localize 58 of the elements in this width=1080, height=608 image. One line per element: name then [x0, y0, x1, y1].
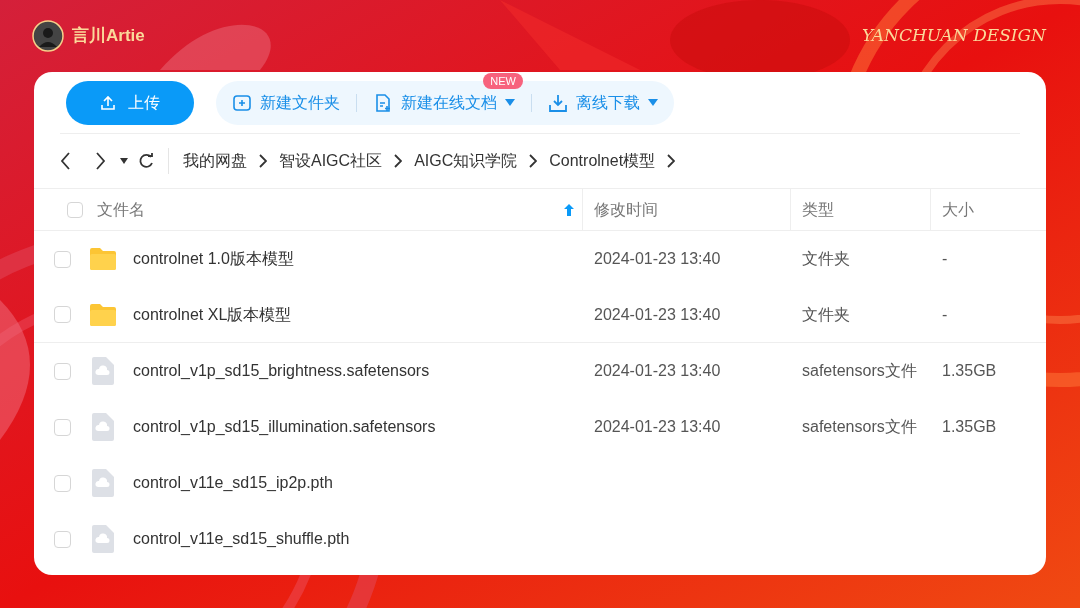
column-header[interactable]: 大小: [942, 197, 974, 222]
table-cell-text: -: [942, 249, 948, 269]
file-name[interactable]: controlnet XL版本模型: [133, 302, 292, 327]
table-cell-text: 2024-01-23 13:40: [594, 361, 721, 381]
file-name[interactable]: control_v1p_sd15_brightness.safetensors: [133, 359, 430, 383]
checkbox[interactable]: [54, 418, 71, 436]
back-icon[interactable]: [60, 152, 72, 170]
sort-arrow-icon[interactable]: [564, 203, 574, 216]
chevron-icon: [529, 154, 538, 168]
forward-icon[interactable]: [94, 152, 106, 170]
refresh-icon[interactable]: [138, 153, 154, 169]
brand-name: YANCHUAN DESIGN: [861, 24, 1046, 48]
file-icon: [92, 525, 114, 553]
table-cell-text: 1.35GB: [942, 417, 997, 437]
table-cell-text: 2024-01-23 13:40: [594, 249, 721, 269]
checkbox[interactable]: [54, 250, 71, 268]
chevron-icon: [259, 154, 267, 168]
file-icon: [92, 469, 114, 497]
table-cell-text: 2024-01-23 13:40: [594, 417, 721, 437]
breadcrumb-link[interactable]: AIGC知识学院: [414, 149, 518, 173]
chevron-icon: [667, 154, 676, 168]
table-cell-text: -: [942, 304, 948, 325]
download-icon: [548, 92, 568, 113]
chevron-icon: [394, 154, 403, 168]
document-icon: [373, 92, 393, 113]
file-icon: [92, 413, 114, 441]
user-name: 言川Artie: [72, 25, 145, 48]
caret-icon: [505, 99, 515, 106]
table-cell-text: 1.35GB: [942, 361, 997, 381]
checkbox[interactable]: [54, 474, 71, 492]
upload-icon: [100, 94, 116, 111]
caret-icon[interactable]: [120, 158, 128, 164]
file-name[interactable]: control_v1p_sd15_illumination.safetensors: [133, 415, 436, 439]
column-header[interactable]: 修改时间: [594, 197, 658, 222]
folder-plus-icon: [232, 92, 252, 113]
folder-icon: [89, 301, 117, 328]
new-badge: NEW: [483, 72, 523, 89]
file-name[interactable]: control_v11e_sd15_shuffle.pth: [133, 527, 350, 551]
table-cell-text: 文件夹: [802, 304, 850, 325]
table-cell-text: 文件夹: [802, 249, 850, 269]
checkbox[interactable]: [67, 201, 83, 218]
file-icon: [92, 357, 114, 385]
caret-icon: [648, 99, 658, 106]
breadcrumb-link[interactable]: Controlnet模型: [549, 149, 656, 173]
avatar: [32, 20, 64, 52]
column-header[interactable]: 类型: [802, 197, 834, 222]
file-name[interactable]: controlnet 1.0版本模型: [133, 247, 294, 271]
breadcrumb-link[interactable]: 智设AIGC社区: [279, 149, 383, 173]
table-cell-text: 2024-01-23 13:40: [594, 304, 721, 325]
table-cell-text: safetensors文件: [802, 417, 917, 437]
breadcrumb-link[interactable]: 我的网盘: [183, 149, 247, 173]
folder-icon: [89, 246, 117, 272]
checkbox[interactable]: [54, 530, 71, 548]
column-header[interactable]: 文件名: [97, 197, 145, 222]
file-name[interactable]: control_v11e_sd15_ip2p.pth: [133, 471, 333, 495]
checkbox[interactable]: [54, 306, 71, 323]
table-cell-text: safetensors文件: [802, 361, 917, 381]
checkbox[interactable]: [54, 362, 71, 380]
